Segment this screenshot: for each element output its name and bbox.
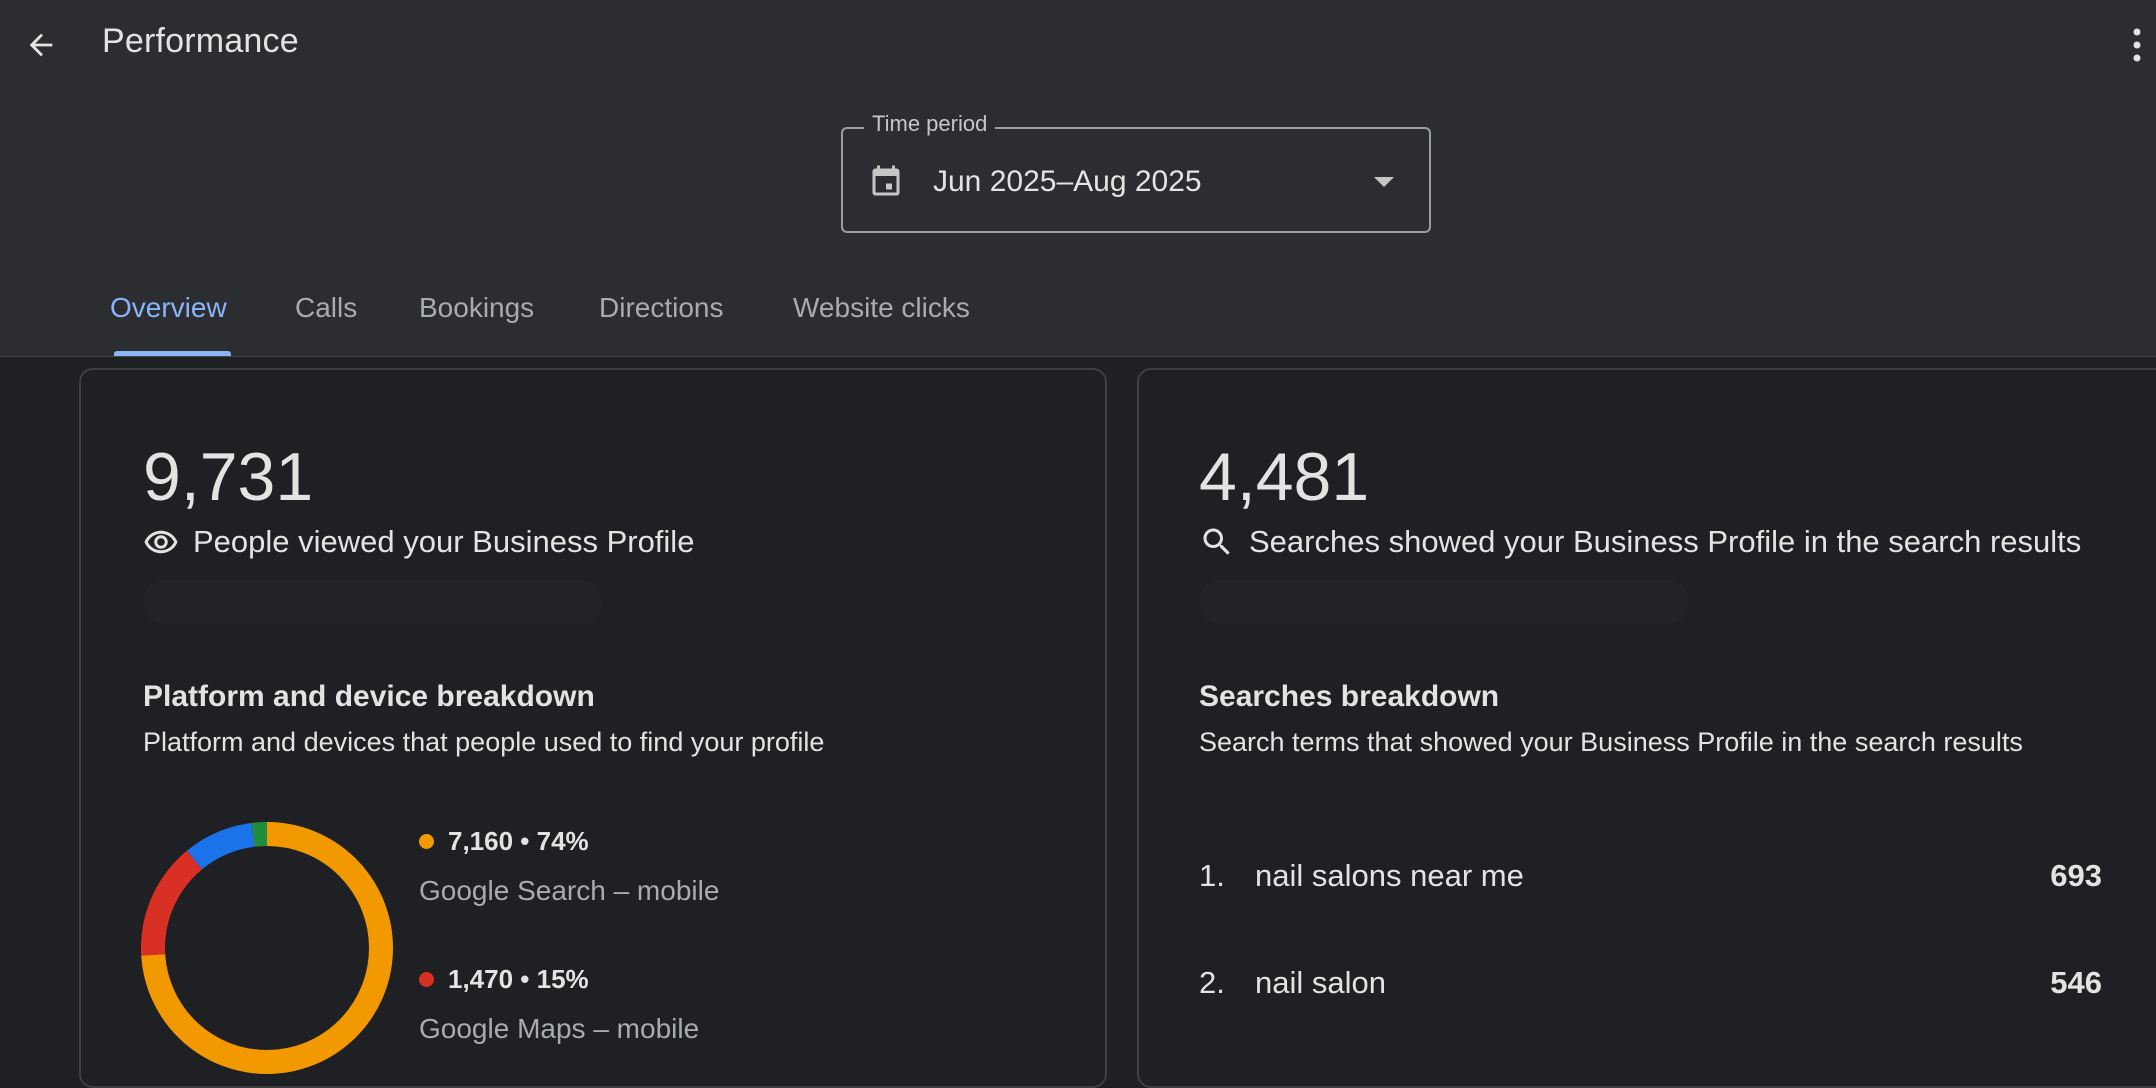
tab-directions[interactable]: Directions (599, 292, 723, 324)
search-term: nail salons near me (1255, 858, 1524, 893)
dropdown-arrow-icon (1374, 177, 1394, 187)
active-tab-indicator (114, 351, 231, 356)
search-term-row[interactable]: 2. nail salon 546 (1199, 965, 2102, 1001)
search-rank: 1. (1199, 858, 1225, 893)
eye-icon (144, 530, 178, 554)
search-appearances-count: 4,481 (1199, 439, 1370, 515)
redacted-comparison (1199, 580, 1689, 624)
search-appearances-metric: Searches showed your Business Profile in… (1199, 524, 2081, 560)
search-icon (1203, 528, 1230, 555)
legend-value: 1,470 • 15% (448, 964, 589, 994)
platform-donut-chart (141, 822, 393, 1074)
search-rank: 2. (1199, 965, 1225, 1000)
more-options-button[interactable] (2120, 20, 2154, 70)
tab-overview[interactable]: Overview (110, 292, 227, 324)
profile-views-metric: People viewed your Business Profile (143, 524, 694, 560)
time-period-value: Jun 2025–Aug 2025 (933, 165, 1202, 198)
search-appearances-card: 4,481 Searches showed your Business Prof… (1137, 368, 2156, 1088)
top-app-bar: Performance Time period Jun 2025–Aug 202… (0, 0, 2156, 357)
search-term: nail salon (1255, 965, 1386, 1000)
legend-value: 7,160 • 74% (448, 826, 589, 856)
legend-dot-orange (419, 834, 434, 849)
time-period-select[interactable]: Time period Jun 2025–Aug 2025 (841, 111, 1431, 233)
legend-dot-red (419, 972, 434, 987)
back-button[interactable] (18, 22, 64, 68)
legend-item-google-maps-mobile: 1,470 • 15% Google Maps – mobile (419, 964, 699, 1045)
time-period-label: Time period (864, 111, 996, 137)
calendar-icon (872, 165, 900, 196)
searches-breakdown-title: Searches breakdown (1199, 680, 1500, 713)
profile-views-card: 9,731 People viewed your Business Profil… (79, 368, 1107, 1088)
profile-views-count: 9,731 (143, 439, 314, 515)
legend-label: Google Search – mobile (419, 875, 720, 906)
tab-website-clicks[interactable]: Website clicks (793, 292, 970, 324)
redacted-comparison (143, 580, 603, 624)
legend-label: Google Maps – mobile (419, 1013, 700, 1044)
platform-breakdown-subtitle: Platform and devices that people used to… (143, 727, 825, 757)
legend-item-google-search-mobile: 7,160 • 74% Google Search – mobile (419, 826, 719, 907)
search-appearances-label: Searches showed your Business Profile in… (1249, 524, 2082, 559)
platform-breakdown-title: Platform and device breakdown (143, 680, 595, 713)
tab-calls[interactable]: Calls (295, 292, 357, 324)
page-title: Performance (102, 22, 299, 60)
tab-bookings[interactable]: Bookings (419, 292, 534, 324)
search-count: 693 (2050, 858, 2102, 893)
search-count: 546 (2050, 965, 2102, 1000)
searches-breakdown-subtitle: Search terms that showed your Business P… (1199, 727, 2023, 757)
profile-views-label: People viewed your Business Profile (193, 524, 695, 559)
tab-bar: Overview Calls Bookings Directions Websi… (0, 280, 1200, 357)
arrow-back-icon (29, 33, 53, 57)
search-term-row[interactable]: 1. nail salons near me 693 (1199, 858, 2102, 894)
more-vert-icon (2133, 28, 2141, 62)
